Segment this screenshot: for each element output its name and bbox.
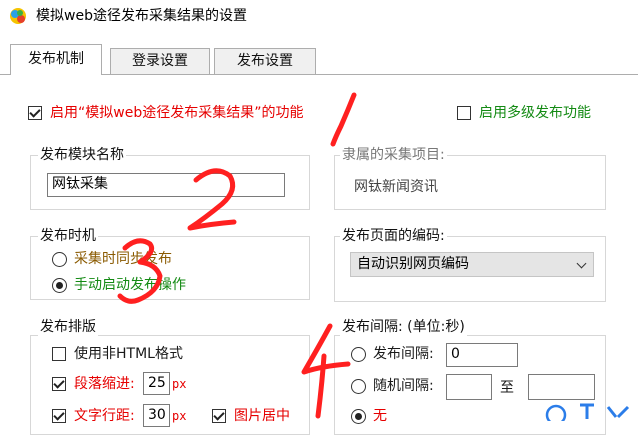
project-value: 网钛新闻资讯	[354, 179, 438, 195]
indent-checkbox[interactable]	[52, 377, 66, 391]
project-title: 隶属的采集项目:	[340, 146, 447, 164]
center-images-label: 图片居中	[234, 408, 290, 424]
enable-multilevel-checkbox[interactable]	[457, 106, 471, 120]
random-interval-label: 随机间隔:	[373, 378, 434, 394]
fixed-interval-label: 发布间隔:	[373, 346, 434, 362]
line-spacing-label: 文字行距:	[74, 408, 135, 424]
fixed-interval-radio[interactable]	[351, 347, 366, 362]
line-spacing-unit: px	[172, 409, 187, 423]
chevron-down-icon	[576, 258, 587, 269]
window-title: 模拟web途径发布采集结果的设置	[36, 8, 247, 24]
encoding-selected-value: 自动识别网页编码	[357, 256, 469, 272]
non-html-label: 使用非HTML格式	[74, 346, 183, 362]
tab-publish-settings[interactable]: 发布设置	[214, 48, 316, 74]
non-html-checkbox[interactable]	[52, 347, 66, 361]
indent-unit: px	[172, 377, 187, 391]
enable-multilevel-label: 启用多级发布功能	[479, 105, 591, 121]
sync-publish-radio[interactable]	[52, 252, 67, 267]
manual-publish-radio[interactable]	[52, 278, 67, 293]
enable-web-publish-label: 启用“模拟web途径发布采集结果”的功能	[50, 105, 304, 121]
tab-publish-mechanism[interactable]: 发布机制	[10, 44, 102, 75]
manual-publish-label: 手动启动发布操作	[74, 277, 186, 293]
random-interval-from-input[interactable]	[446, 374, 492, 400]
app-logo-icon	[10, 8, 26, 24]
no-interval-label: 无	[373, 408, 387, 424]
sync-publish-label: 采集时同步发布	[74, 251, 172, 267]
random-interval-radio[interactable]	[351, 379, 366, 394]
no-interval-radio[interactable]	[351, 409, 366, 424]
module-name-title: 发布模块名称	[38, 146, 126, 164]
random-interval-to-label: 至	[500, 380, 514, 396]
encoding-select[interactable]: 自动识别网页编码	[350, 252, 594, 277]
layout-title: 发布排版	[38, 318, 98, 336]
encoding-title: 发布页面的编码:	[340, 227, 447, 245]
watermark-badge-icon	[545, 403, 630, 421]
tab-login-settings[interactable]: 登录设置	[110, 48, 210, 74]
line-spacing-input[interactable]: 30	[143, 404, 170, 427]
indent-input[interactable]: 25	[143, 372, 170, 395]
publish-timing-title: 发布时机	[38, 227, 98, 245]
enable-web-publish-checkbox[interactable]	[28, 106, 42, 120]
interval-title: 发布间隔: (单位:秒)	[340, 318, 467, 336]
indent-label: 段落缩进:	[74, 376, 135, 392]
module-name-input[interactable]: 网钛采集	[47, 173, 285, 197]
annotation-1-icon	[330, 92, 357, 147]
fixed-interval-input[interactable]: 0	[446, 343, 518, 367]
random-interval-to-input[interactable]	[528, 374, 595, 400]
